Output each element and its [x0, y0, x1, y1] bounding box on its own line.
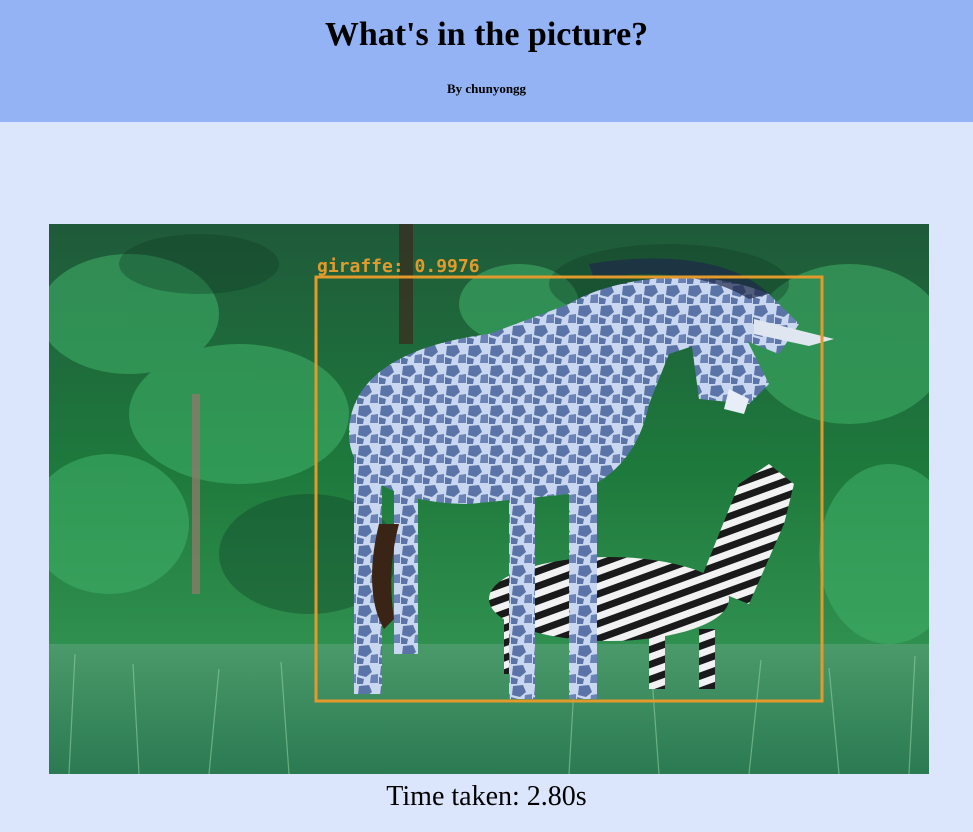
detection-photo: giraffe: 0.9976	[49, 224, 929, 774]
page-title: What's in the picture?	[324, 16, 649, 53]
time-taken: Time taken: 2.80s	[386, 781, 587, 812]
detection-label: giraffe: 0.9976	[317, 256, 480, 277]
detection-result-image: giraffe: 0.9976	[49, 224, 929, 774]
page-header: What's in the picture? By chunyongg	[0, 0, 973, 122]
author-byline: By chunyongg	[446, 81, 527, 96]
